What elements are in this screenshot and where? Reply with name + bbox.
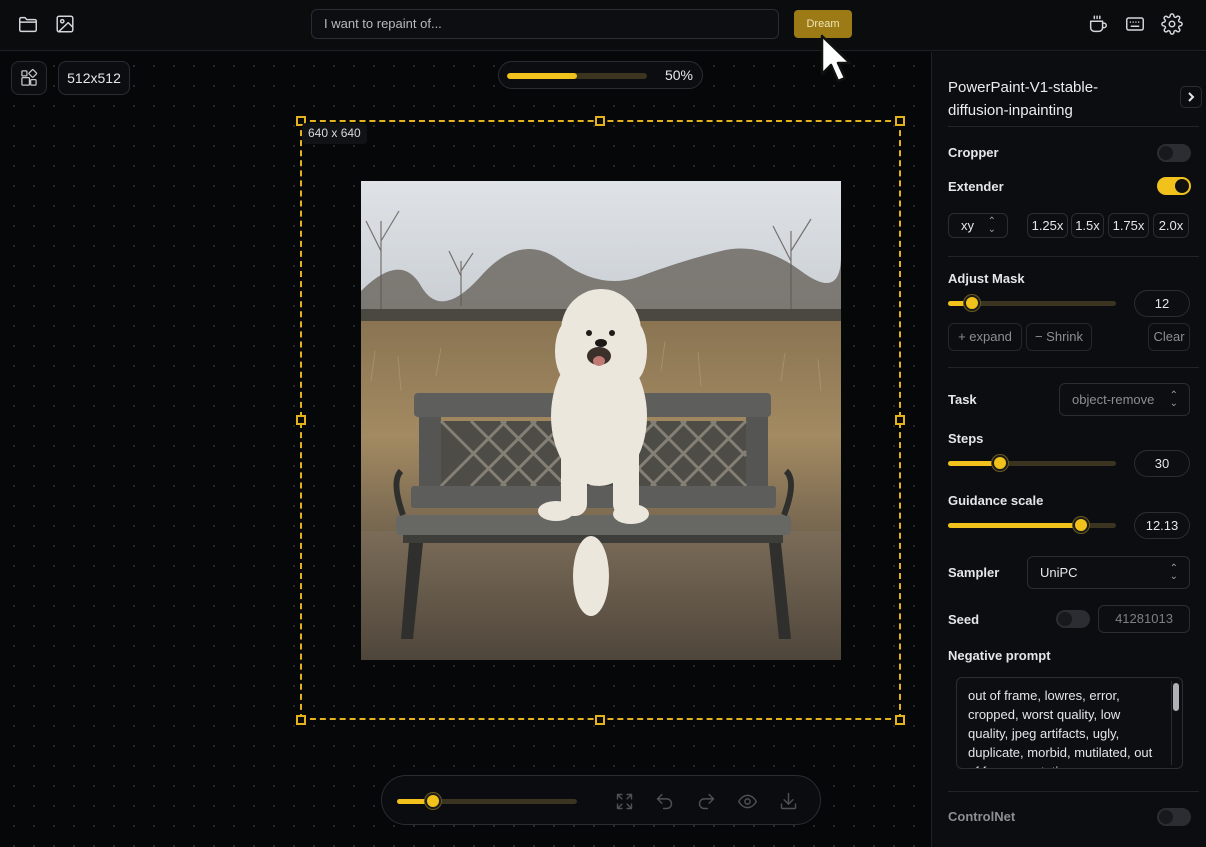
divider bbox=[948, 367, 1199, 368]
layout-toggle-button[interactable] bbox=[11, 61, 47, 95]
seed-input[interactable]: 41281013 bbox=[1098, 605, 1190, 633]
shrink-button[interactable]: − Shrink bbox=[1026, 323, 1092, 351]
brush-size-thumb[interactable] bbox=[425, 793, 441, 809]
gear-icon[interactable] bbox=[1157, 9, 1187, 39]
adjust-mask-label: Adjust Mask bbox=[948, 271, 1025, 286]
negative-prompt-text: out of frame, lowres, error, cropped, wo… bbox=[968, 688, 1153, 768]
keyboard-icon[interactable] bbox=[1120, 9, 1150, 39]
select-arrows-icon: ⌃ ⌄ bbox=[1169, 389, 1178, 409]
resize-handle-right[interactable] bbox=[895, 415, 905, 425]
adjust-mask-thumb[interactable] bbox=[963, 295, 980, 311]
sampler-label: Sampler bbox=[948, 565, 1000, 580]
extender-direction-select[interactable]: xy ⌃ ⌄ bbox=[948, 213, 1008, 238]
expand-button[interactable]: + expand bbox=[948, 323, 1022, 351]
scale-button-1[interactable]: 1.25x bbox=[1027, 213, 1068, 238]
cropper-toggle[interactable] bbox=[1157, 144, 1191, 162]
model-select-button[interactable] bbox=[1180, 86, 1202, 108]
sampler-select[interactable]: UniPC ⌃ ⌄ bbox=[1027, 556, 1190, 589]
mouse-cursor-icon bbox=[820, 34, 852, 83]
negative-prompt-textarea[interactable]: out of frame, lowres, error, cropped, wo… bbox=[956, 677, 1183, 769]
guidance-scale-slider[interactable] bbox=[948, 517, 1116, 533]
sampler-value: UniPC bbox=[1040, 565, 1078, 580]
progress-label: 50% bbox=[664, 67, 693, 83]
fullscreen-icon[interactable] bbox=[611, 788, 637, 814]
seed-toggle[interactable] bbox=[1056, 610, 1090, 628]
steps-thumb[interactable] bbox=[992, 455, 1009, 471]
coffee-icon[interactable] bbox=[1083, 9, 1113, 39]
brush-size-slider[interactable] bbox=[397, 793, 577, 809]
chevron-right-icon bbox=[1188, 92, 1195, 102]
redo-icon[interactable] bbox=[693, 788, 719, 814]
eye-icon[interactable] bbox=[734, 788, 760, 814]
download-icon[interactable] bbox=[775, 788, 801, 814]
divider bbox=[948, 256, 1199, 257]
generation-progress: 50% bbox=[498, 61, 703, 89]
prompt-input[interactable]: I want to repaint of... bbox=[311, 9, 779, 39]
task-select[interactable]: object-remove ⌃ ⌄ bbox=[1059, 383, 1190, 416]
controlnet-label: ControlNet bbox=[948, 809, 1016, 824]
steps-label: Steps bbox=[948, 431, 984, 446]
scale-button-3[interactable]: 1.75x bbox=[1108, 213, 1149, 238]
guidance-scale-label: Guidance scale bbox=[948, 493, 1044, 508]
steps-slider[interactable] bbox=[948, 455, 1116, 471]
folder-icon[interactable] bbox=[13, 9, 43, 39]
guidance-scale-thumb[interactable] bbox=[1072, 517, 1089, 533]
dog-on-bench-image bbox=[361, 181, 841, 660]
extender-toggle[interactable] bbox=[1157, 177, 1191, 195]
negative-prompt-label: Negative prompt bbox=[948, 648, 1051, 663]
adjust-mask-slider[interactable] bbox=[948, 295, 1116, 311]
canvas-image[interactable] bbox=[361, 181, 841, 660]
resize-handle-left[interactable] bbox=[296, 415, 306, 425]
steps-value[interactable]: 30 bbox=[1134, 450, 1190, 477]
canvas-size-button[interactable]: 512x512 bbox=[58, 61, 130, 95]
seed-label: Seed bbox=[948, 612, 980, 627]
resize-handle-bottom-right[interactable] bbox=[895, 715, 905, 725]
divider bbox=[948, 126, 1199, 127]
canvas-toolbar bbox=[381, 775, 821, 825]
cropper-label: Cropper bbox=[948, 145, 999, 160]
guidance-scale-fill bbox=[948, 523, 1081, 528]
task-label: Task bbox=[948, 392, 977, 407]
resize-handle-bottom-left[interactable] bbox=[296, 715, 306, 725]
adjust-mask-value[interactable]: 12 bbox=[1134, 290, 1190, 317]
scale-button-2[interactable]: 1.5x bbox=[1071, 213, 1104, 238]
task-value: object-remove bbox=[1072, 392, 1155, 407]
guidance-scale-value[interactable]: 12.13 bbox=[1134, 512, 1190, 539]
resize-handle-top[interactable] bbox=[595, 116, 605, 126]
scale-button-4[interactable]: 2.0x bbox=[1153, 213, 1189, 238]
clear-mask-button[interactable]: Clear bbox=[1148, 323, 1190, 351]
undo-icon[interactable] bbox=[651, 788, 677, 814]
resize-handle-top-right[interactable] bbox=[895, 116, 905, 126]
layout-grid-icon bbox=[21, 69, 38, 86]
select-arrows-icon: ⌃ ⌄ bbox=[987, 215, 996, 235]
divider bbox=[948, 791, 1199, 792]
top-bar: I want to repaint of... Dream bbox=[0, 0, 1206, 51]
select-arrows-icon: ⌃ ⌄ bbox=[1169, 562, 1178, 582]
resize-handle-bottom[interactable] bbox=[595, 715, 605, 725]
frame-size-label: 640 x 640 bbox=[302, 123, 367, 144]
image-icon[interactable] bbox=[50, 9, 80, 39]
textarea-scrollbar[interactable] bbox=[1171, 681, 1179, 765]
settings-panel: PowerPaint-V1-stable-diffusion-inpaintin… bbox=[931, 52, 1206, 847]
progress-track bbox=[507, 73, 647, 79]
extender-label: Extender bbox=[948, 179, 1004, 194]
controlnet-toggle[interactable] bbox=[1157, 808, 1191, 826]
model-name: PowerPaint-V1-stable-diffusion-inpaintin… bbox=[948, 79, 1099, 119]
progress-fill bbox=[507, 73, 577, 79]
extender-direction-value: xy bbox=[961, 218, 974, 233]
